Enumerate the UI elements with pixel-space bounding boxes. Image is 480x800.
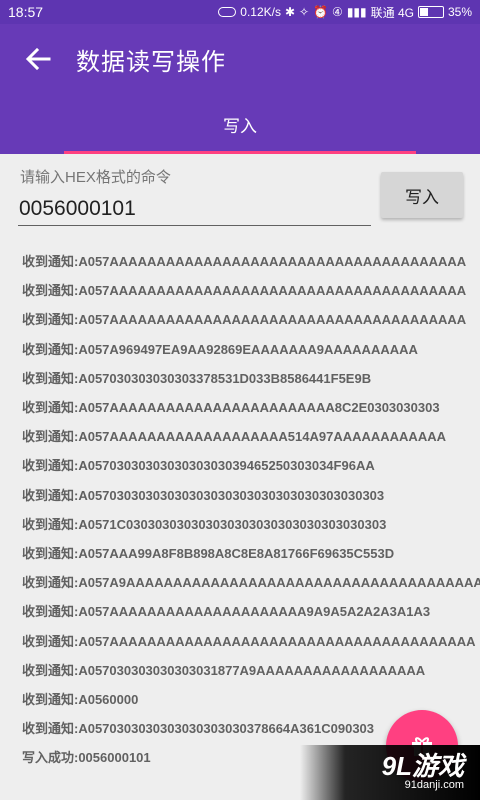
main-content: 请输入HEX格式的命令 写入 收到通知:A057AAAAAAAAAAAAAAAA…	[0, 154, 480, 800]
log-entry: 收到通知:A057AAAAAAAAAAAAAAAAAAAAA9A9A5A2A2A…	[22, 604, 431, 620]
tab-write[interactable]: 写入	[64, 94, 416, 154]
log-entry: 收到通知:A057AAAAAAAAAAAAAAAAAAAAAAAAAAAAAAA…	[22, 312, 467, 328]
log-entry: 收到通知:A057AAA99A8F8B898A8C8E8A81766F69635…	[22, 545, 395, 561]
battery-percent: 35%	[447, 5, 472, 19]
log-entry: 收到通知:A0560000	[22, 691, 139, 707]
arrow-left-icon	[25, 48, 51, 70]
back-button[interactable]	[0, 24, 76, 94]
app-bar: 数据读写操作	[0, 24, 480, 94]
watermark-url: 91danji.com	[404, 778, 464, 791]
site-watermark: 9L游戏 91danji.com	[300, 745, 480, 800]
log-entry: 收到通知:A057A9AAAAAAAAAAAAAAAAAAAAAAAAAAAAA…	[22, 575, 480, 591]
tab-label: 写入	[223, 116, 257, 136]
tab-bar: 写入	[0, 94, 480, 154]
network-speed: 0.12K/s	[240, 5, 281, 19]
notification-log: 收到通知:A057AAAAAAAAAAAAAAAAAAAAAAAAAAAAAAA…	[22, 246, 480, 771]
signal-icon: ▮▮▮	[346, 5, 367, 19]
log-entry: 收到通知:A0570303030303030303039465250303034…	[22, 458, 375, 474]
log-entry: 收到通知:A0571C03030303030303030303030303030…	[22, 516, 387, 532]
log-entry: 收到通知:A057AAAAAAAAAAAAAAAAAAAAAAAAAAAAAAA…	[22, 633, 476, 649]
log-entry: 收到通知:A057AAAAAAAAAAAAAAAAAAA514A97AAAAAA…	[22, 429, 446, 445]
log-entry: 收到通知:A057A969497EA9AA92869EAAAAAAA9AAAAA…	[22, 341, 418, 357]
log-entry: 收到通知:A057AAAAAAAAAAAAAAAAAAAAAAAAAAAAAAA…	[22, 283, 467, 299]
watermark-logo: 9L游戏	[381, 750, 464, 781]
bluetooth-icon: ✱	[284, 5, 296, 19]
hex-command-input[interactable]	[18, 192, 371, 226]
log-entry: 收到通知:A057AAAAAAAAAAAAAAAAAAAAAAAAAAAAAAA…	[22, 254, 467, 270]
write-button[interactable]: 写入	[381, 172, 463, 218]
alarm-icon: ⏰	[313, 5, 329, 19]
command-hint: 请输入HEX格式的命令	[20, 169, 171, 186]
four-g-circle-icon: ④	[332, 5, 343, 19]
log-entry: 收到通知:A057030303030303031877A9AAAAAAAAAAA…	[22, 662, 426, 678]
page-title: 数据读写操作	[76, 48, 226, 76]
carrier: 联通 4G	[370, 5, 414, 20]
status-bar: 18:57 0.12K/s ✱ ✧ ⏰ ④ ▮▮▮ 联通 4G 35%	[0, 0, 480, 24]
status-icons: 0.12K/s ✱ ✧ ⏰ ④ ▮▮▮ 联通 4G 35%	[218, 4, 472, 21]
battery-icon	[417, 6, 444, 18]
log-entry: 收到通知:A057AAAAAAAAAAAAAAAAAAAAAAAA8C2E030…	[22, 400, 440, 416]
log-entry: 收到通知:A057030303030303378531D033B8586441F…	[22, 370, 372, 386]
vibrate-icon: ✧	[299, 5, 310, 19]
chat-bubble-icon	[218, 7, 237, 17]
log-entry: 收到通知:A0570303030303030303030303030303030…	[22, 487, 385, 503]
status-time: 18:57	[8, 4, 44, 20]
